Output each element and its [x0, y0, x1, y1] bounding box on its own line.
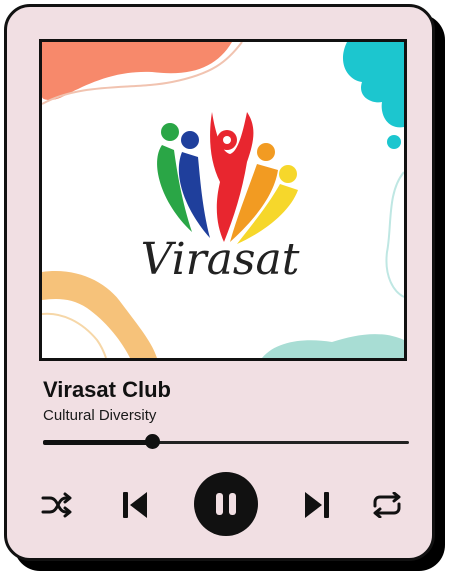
coral-blob — [42, 42, 232, 101]
repeat-icon — [373, 492, 401, 518]
virasat-logo — [157, 112, 298, 244]
music-player-card: Virasat Virasat Club Cultural Diversity — [4, 4, 435, 561]
pause-icon — [216, 493, 223, 515]
track-title: Virasat Club — [43, 377, 171, 402]
skip-next-icon — [305, 492, 329, 518]
artwork-graphic: Virasat — [42, 42, 404, 358]
album-artwork: Virasat — [39, 39, 407, 361]
progress-knob[interactable] — [144, 434, 160, 449]
logo-wordmark: Virasat — [141, 234, 300, 285]
progress-bar[interactable] — [43, 434, 409, 449]
shuffle-icon — [41, 492, 72, 518]
teal-dot — [387, 135, 401, 149]
repeat-button[interactable] — [367, 487, 407, 523]
previous-button[interactable] — [115, 485, 155, 525]
next-button[interactable] — [297, 485, 337, 525]
pause-button[interactable] — [194, 472, 258, 536]
shuffle-button[interactable] — [39, 487, 75, 523]
track-subtitle: Cultural Diversity — [43, 407, 157, 424]
pause-icon-bar — [229, 493, 236, 515]
apricot-swirl — [42, 312, 107, 358]
teal-swirl — [385, 171, 404, 298]
progress-fill — [43, 440, 153, 445]
skip-previous-icon — [123, 492, 147, 518]
teal-splash — [342, 42, 404, 128]
mint-blob — [262, 334, 404, 358]
